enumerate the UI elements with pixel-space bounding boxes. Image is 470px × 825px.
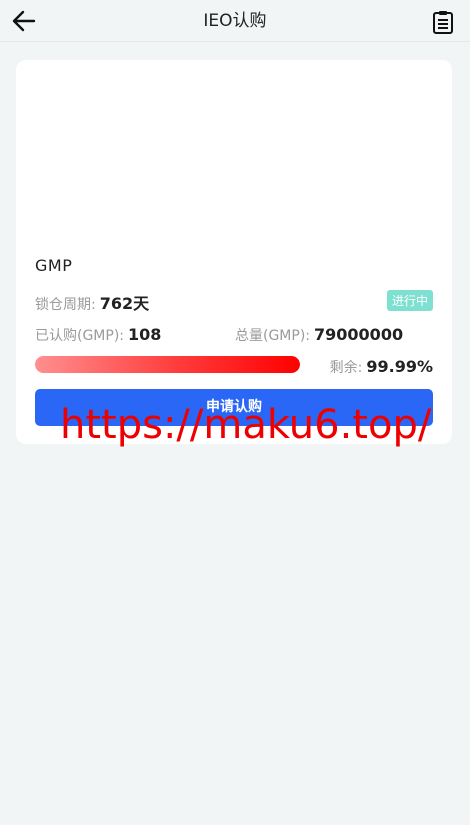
subscribed-value: 108 <box>128 325 162 344</box>
remaining: 剩余: 99.99% <box>330 357 433 377</box>
top-nav-bar: IEO认购 <box>0 0 470 42</box>
lock-period-label: 锁仓周期: <box>35 297 96 313</box>
page-title: IEO认购 <box>203 11 267 31</box>
total-label: 总量(GMP): <box>235 328 311 344</box>
apply-subscribe-button[interactable]: 申请认购 <box>35 389 433 426</box>
total-value: 79000000 <box>314 325 404 344</box>
progress-fill <box>35 356 300 373</box>
progress-bar <box>35 356 300 373</box>
subscribed-label: 已认购(GMP): <box>35 328 125 344</box>
subscribed-amount: 已认购(GMP): 108 <box>35 325 161 345</box>
lock-period-value: 762天 <box>99 294 150 313</box>
lock-period: 锁仓周期: 762天 <box>35 290 149 314</box>
coin-banner-image <box>16 60 452 240</box>
record-button[interactable] <box>430 9 456 35</box>
remaining-value: 99.99% <box>366 357 433 376</box>
remaining-label: 剩余: <box>329 360 363 376</box>
coin-name: GMP <box>35 256 73 275</box>
clipboard-list-icon <box>433 11 453 34</box>
total-amount: 总量(GMP): 79000000 <box>235 325 403 345</box>
status-badge: 进行中 <box>386 290 433 311</box>
ieo-card[interactable]: GMP 锁仓周期: 762天 进行中 已认购(GMP): 108 总量(GMP): 7… <box>16 60 452 444</box>
